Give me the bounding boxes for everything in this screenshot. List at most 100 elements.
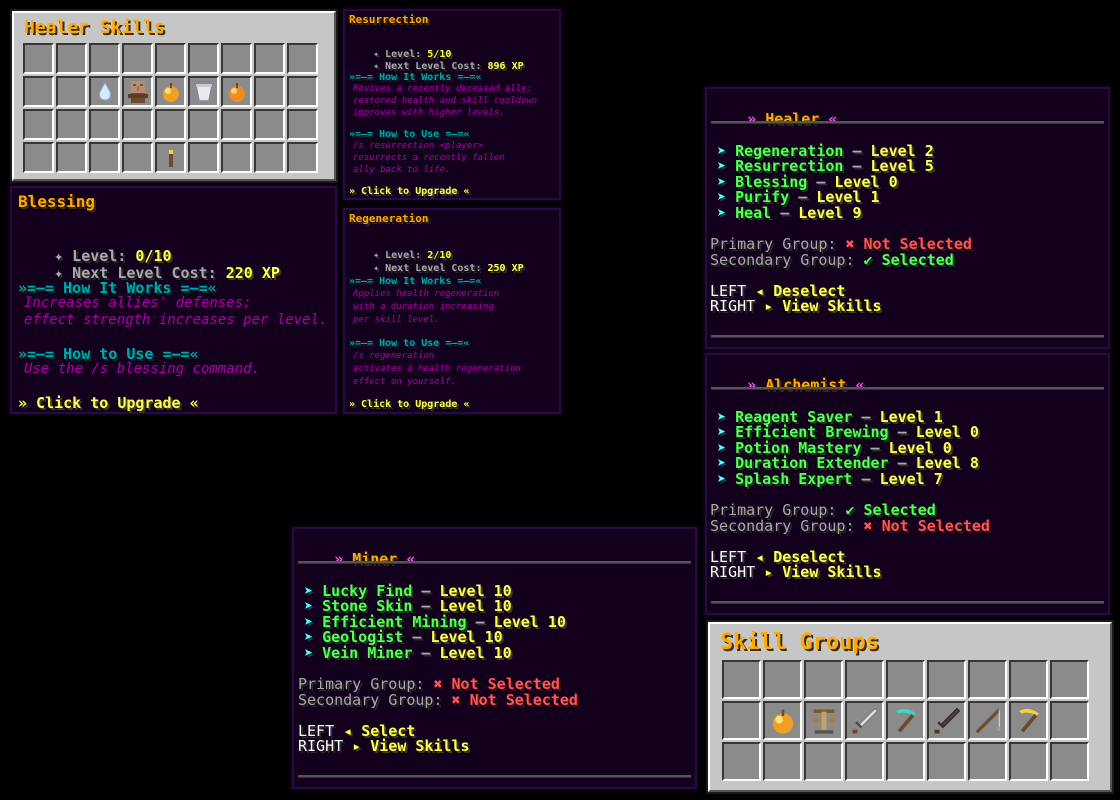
group-slot-gatherer[interactable]	[1009, 701, 1048, 740]
skill-row: ➤ Heal — Level 9	[717, 204, 862, 222]
skill-slot-blessing[interactable]	[188, 76, 219, 107]
skill-row: ➤ Vein Miner — Level 10	[304, 644, 512, 662]
inventory-slot[interactable]	[221, 109, 252, 140]
healer-skills-title: Healer Skills	[24, 17, 165, 38]
inventory-slot[interactable]	[722, 742, 761, 781]
inventory-slot[interactable]	[722, 660, 761, 699]
secondary-group-line: Secondary Group: ✔ Selected	[710, 251, 954, 269]
cost-label: ✦ Next Level Cost:	[373, 61, 488, 72]
right-label: RIGHT	[710, 563, 765, 581]
inventory-slot[interactable]	[1009, 742, 1048, 781]
inventory-slot[interactable]	[89, 43, 120, 74]
skill-slot-regeneration[interactable]	[155, 76, 186, 107]
inventory-slot[interactable]	[722, 701, 761, 740]
inventory-slot[interactable]	[56, 109, 87, 140]
divider	[711, 335, 1104, 338]
inventory-slot[interactable]	[56, 142, 87, 173]
inventory-slot[interactable]	[1050, 660, 1089, 699]
inventory-slot[interactable]	[122, 109, 153, 140]
tooltip-title: Regeneration	[349, 212, 429, 225]
inventory-slot[interactable]	[254, 142, 285, 173]
inventory-slot[interactable]	[56, 76, 87, 107]
inventory-slot[interactable]	[122, 43, 153, 74]
group-slot-assassin[interactable]	[927, 701, 966, 740]
inventory-slot[interactable]	[254, 109, 285, 140]
inventory-slot[interactable]	[886, 742, 925, 781]
group-slot-warrior[interactable]	[845, 701, 884, 740]
group-slot-healer[interactable]	[763, 701, 802, 740]
inventory-slot[interactable]	[188, 109, 219, 140]
cost-value: 220 XP	[225, 264, 280, 282]
dash: —	[852, 470, 880, 488]
inventory-slot[interactable]	[188, 142, 219, 173]
inventory-slot[interactable]	[155, 109, 186, 140]
upgrade-button[interactable]: » Click to Upgrade «	[349, 186, 469, 197]
inventory-slot[interactable]	[845, 660, 884, 699]
inventory-slot[interactable]	[287, 109, 318, 140]
divider	[298, 561, 691, 564]
secondary-label: Secondary Group:	[710, 517, 864, 535]
inventory-slot[interactable]	[23, 76, 54, 107]
enchanted-apple-icon	[223, 78, 250, 105]
inventory-slot[interactable]	[1009, 660, 1048, 699]
title-prefix: »	[747, 110, 766, 128]
inventory-slot[interactable]	[1050, 742, 1089, 781]
inventory-slot[interactable]	[188, 43, 219, 74]
inventory-slot[interactable]	[927, 660, 966, 699]
inventory-slot[interactable]	[287, 43, 318, 74]
inventory-slot[interactable]	[968, 660, 1007, 699]
brewing-stand-icon	[806, 703, 841, 738]
skill-groups-title: Skill Groups	[720, 630, 879, 655]
title-suffix: «	[397, 550, 416, 568]
secondary-status: ✖ Not Selected	[863, 517, 990, 535]
inventory-slot[interactable]	[155, 43, 186, 74]
skill-slot-heal[interactable]	[221, 76, 252, 107]
inventory-slot[interactable]	[23, 109, 54, 140]
inventory-slot[interactable]	[89, 142, 120, 173]
inventory-slot[interactable]	[287, 76, 318, 107]
usage-line: Use the /s blessing command.	[24, 361, 261, 377]
divider	[711, 121, 1104, 124]
upgrade-button[interactable]: » Click to Upgrade «	[18, 394, 199, 412]
inventory-slot[interactable]	[927, 742, 966, 781]
golden-apple-icon	[765, 703, 800, 738]
right-action[interactable]: ▸ View Skills	[352, 737, 469, 755]
title-prefix: »	[334, 550, 353, 568]
inventory-slot[interactable]	[1050, 701, 1089, 740]
upgrade-button[interactable]: » Click to Upgrade «	[349, 399, 469, 410]
inventory-slot[interactable]	[804, 742, 843, 781]
right-action[interactable]: ▸ View Skills	[764, 297, 881, 315]
skill-level: Level 10	[493, 613, 566, 631]
group-slot-fisher[interactable]	[968, 701, 1007, 740]
inventory-slot[interactable]	[886, 660, 925, 699]
inventory-slot[interactable]	[804, 660, 843, 699]
inventory-slot[interactable]	[23, 142, 54, 173]
inventory-slot[interactable]	[254, 43, 285, 74]
inventory-slot[interactable]	[56, 43, 87, 74]
group-slot-alchemist[interactable]	[804, 701, 843, 740]
skill-slot-resurrection[interactable]	[122, 76, 153, 107]
title-text: Miner	[352, 550, 398, 568]
back-button-slot[interactable]	[155, 142, 186, 173]
inventory-slot[interactable]	[763, 742, 802, 781]
inventory-slot[interactable]	[221, 43, 252, 74]
miner-group-tooltip: » Miner « ➤ Lucky Find — Level 10 ➤ Ston…	[290, 525, 699, 791]
inventory-slot[interactable]	[287, 142, 318, 173]
regeneration-tooltip: Regeneration ✦ Level: 2/10 ✦ Next Level …	[341, 206, 563, 416]
dash: —	[412, 644, 440, 662]
title-prefix: »	[747, 376, 766, 394]
skill-level: Level 7	[879, 470, 943, 488]
inventory-slot[interactable]	[254, 76, 285, 107]
right-action[interactable]: ▸ View Skills	[764, 563, 881, 581]
inventory-slot[interactable]	[763, 660, 802, 699]
inventory-slot[interactable]	[89, 109, 120, 140]
skill-slot-purify[interactable]	[89, 76, 120, 107]
group-slot-miner[interactable]	[886, 701, 925, 740]
inventory-slot[interactable]	[23, 43, 54, 74]
description-line: with a duration increasing	[353, 302, 494, 312]
water-drop-icon	[91, 78, 118, 105]
inventory-slot[interactable]	[221, 142, 252, 173]
inventory-slot[interactable]	[968, 742, 1007, 781]
inventory-slot[interactable]	[845, 742, 884, 781]
inventory-slot[interactable]	[122, 142, 153, 173]
